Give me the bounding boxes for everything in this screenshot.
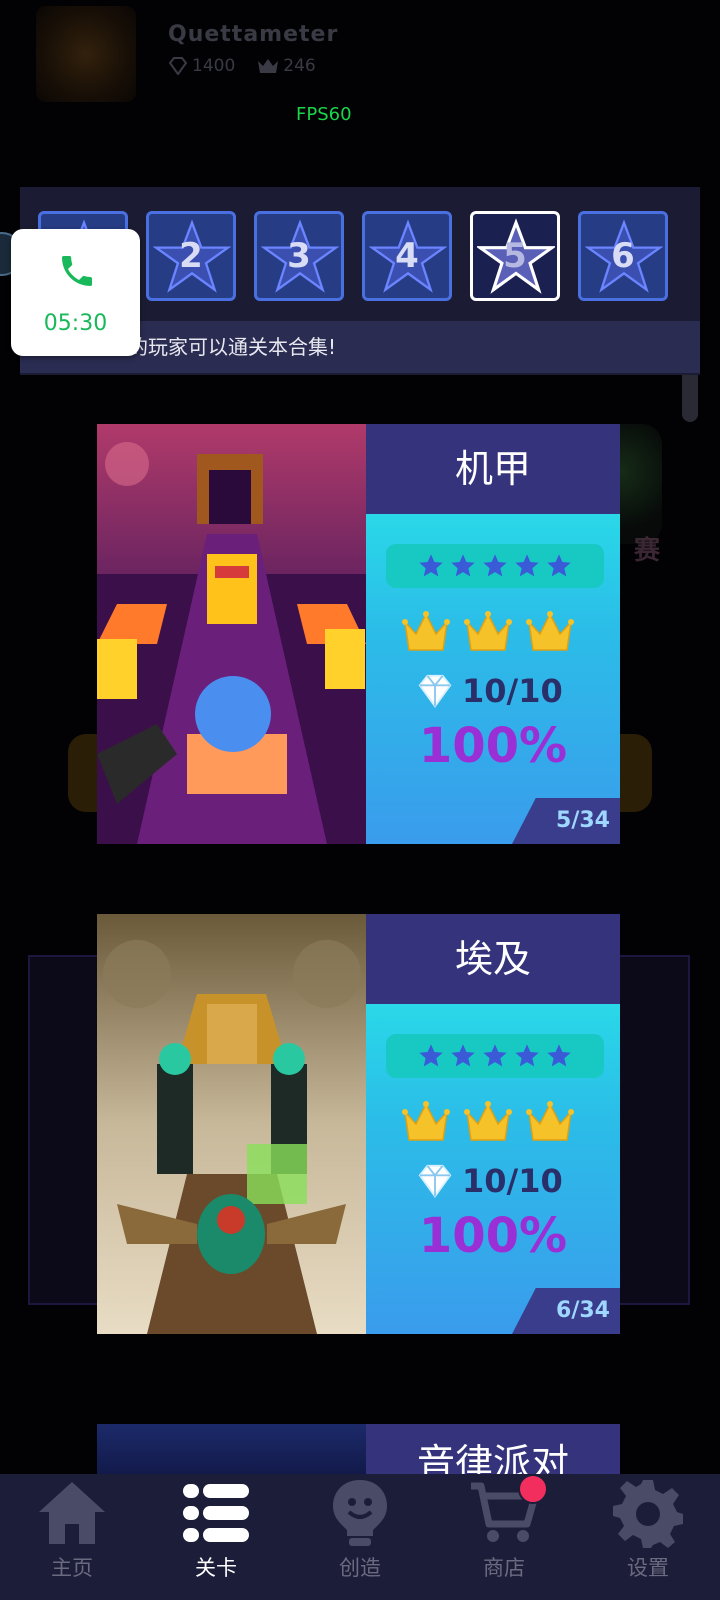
star-rating bbox=[386, 1034, 604, 1078]
level-title: 埃及 bbox=[366, 914, 620, 1004]
nav-label: 创造 bbox=[339, 1556, 381, 1580]
level-card-egypt[interactable]: 埃及 10/10 100% 6/34 bbox=[97, 914, 620, 1334]
star-icon bbox=[419, 554, 443, 577]
level-info-egypt: 埃及 10/10 100% 6/34 bbox=[366, 914, 620, 1334]
star-icon bbox=[419, 1044, 443, 1067]
level-art-music-party bbox=[97, 1424, 366, 1474]
nav-label: 主页 bbox=[51, 1556, 93, 1580]
crown-icon bbox=[526, 1101, 574, 1141]
level-index: 6/34 bbox=[512, 1288, 620, 1334]
crown-icon bbox=[526, 611, 574, 651]
level-title: 机甲 bbox=[366, 424, 620, 514]
chapter-tab-6[interactable]: 6 bbox=[578, 211, 668, 301]
completion-percent: 100% bbox=[418, 718, 568, 774]
chapter-tab-2[interactable]: 2 bbox=[146, 211, 236, 301]
diamond-icon bbox=[418, 1164, 452, 1198]
gear-icon bbox=[613, 1480, 683, 1548]
level-title: 音律派对 bbox=[366, 1424, 620, 1474]
lightbulb-icon bbox=[333, 1480, 387, 1546]
nav-shop[interactable]: 商店 bbox=[432, 1474, 576, 1600]
list-icon bbox=[183, 1484, 249, 1542]
level-art-mecha bbox=[97, 424, 366, 844]
mecha-level-artwork bbox=[97, 424, 366, 844]
crown-icon bbox=[464, 611, 512, 651]
level-card-mecha[interactable]: 机甲 10/10 100% 5/34 bbox=[97, 424, 620, 844]
star-rating bbox=[386, 544, 604, 588]
completion-percent: 100% bbox=[418, 1208, 568, 1264]
crown-icon bbox=[402, 611, 450, 651]
chapter-tab-4[interactable]: 4 bbox=[362, 211, 452, 301]
star-icon bbox=[483, 1044, 507, 1067]
nav-label: 关卡 bbox=[195, 1556, 237, 1580]
chapter-number: 4 bbox=[395, 236, 419, 276]
profile-stats: 1400 246 bbox=[168, 56, 316, 76]
diamond-icon bbox=[168, 57, 188, 75]
star-icon bbox=[547, 554, 571, 577]
chapter-number: 5 bbox=[503, 236, 527, 276]
profile-name: Quettameter bbox=[168, 22, 339, 47]
profile-gems: 1400 bbox=[168, 56, 235, 76]
egypt-level-artwork bbox=[97, 914, 366, 1334]
level-stats: 10/10 100% 5/34 bbox=[366, 514, 620, 844]
level-info-mecha: 机甲 10/10 100% 5/34 bbox=[366, 424, 620, 844]
star-icon bbox=[515, 554, 539, 577]
gem-count: 10/10 bbox=[416, 1162, 563, 1200]
phone-icon bbox=[62, 256, 92, 286]
chapter-tab-3[interactable]: 3 bbox=[254, 211, 344, 301]
level-art-egypt bbox=[97, 914, 366, 1334]
profile-avatar bbox=[36, 6, 136, 102]
nav-label: 商店 bbox=[483, 1556, 525, 1580]
star-icon bbox=[483, 554, 507, 577]
crown-icon bbox=[464, 1101, 512, 1141]
call-bubble[interactable]: 05:30 bbox=[11, 229, 140, 356]
level-index: 5/34 bbox=[512, 798, 620, 844]
nav-label: 设置 bbox=[627, 1556, 669, 1580]
notification-badge bbox=[518, 1474, 548, 1504]
crown-rating bbox=[402, 610, 574, 656]
crown-icon bbox=[402, 1101, 450, 1141]
level-card-music-party[interactable]: 音律派对 bbox=[97, 1424, 620, 1474]
crown-icon bbox=[258, 59, 279, 73]
fps-counter: FPS60 bbox=[296, 104, 352, 125]
gem-count: 10/10 bbox=[416, 672, 563, 710]
star-icon bbox=[451, 554, 475, 577]
bottom-navigation: 主页 关卡 创造 商店 设置 bbox=[0, 1474, 720, 1600]
call-duration: 05:30 bbox=[43, 311, 108, 336]
chapter-tab-5[interactable]: 5 bbox=[470, 211, 560, 301]
nav-levels[interactable]: 关卡 bbox=[144, 1474, 288, 1600]
diamond-icon bbox=[418, 674, 452, 708]
star-icon bbox=[515, 1044, 539, 1067]
star-icon bbox=[547, 1044, 571, 1067]
chapter-number: 6 bbox=[611, 236, 635, 276]
nav-settings[interactable]: 设置 bbox=[576, 1474, 720, 1600]
crown-rating bbox=[402, 1100, 574, 1146]
chapter-number: 3 bbox=[287, 236, 311, 276]
background-partial-text: 赛 bbox=[633, 536, 660, 566]
star-icon bbox=[451, 1044, 475, 1067]
profile-crowns: 246 bbox=[257, 56, 316, 76]
home-icon bbox=[39, 1482, 105, 1544]
nav-create[interactable]: 创造 bbox=[288, 1474, 432, 1600]
chapter-number: 2 bbox=[179, 236, 203, 276]
level-stats: 10/10 100% 6/34 bbox=[366, 1004, 620, 1334]
nav-home[interactable]: 主页 bbox=[0, 1474, 144, 1600]
